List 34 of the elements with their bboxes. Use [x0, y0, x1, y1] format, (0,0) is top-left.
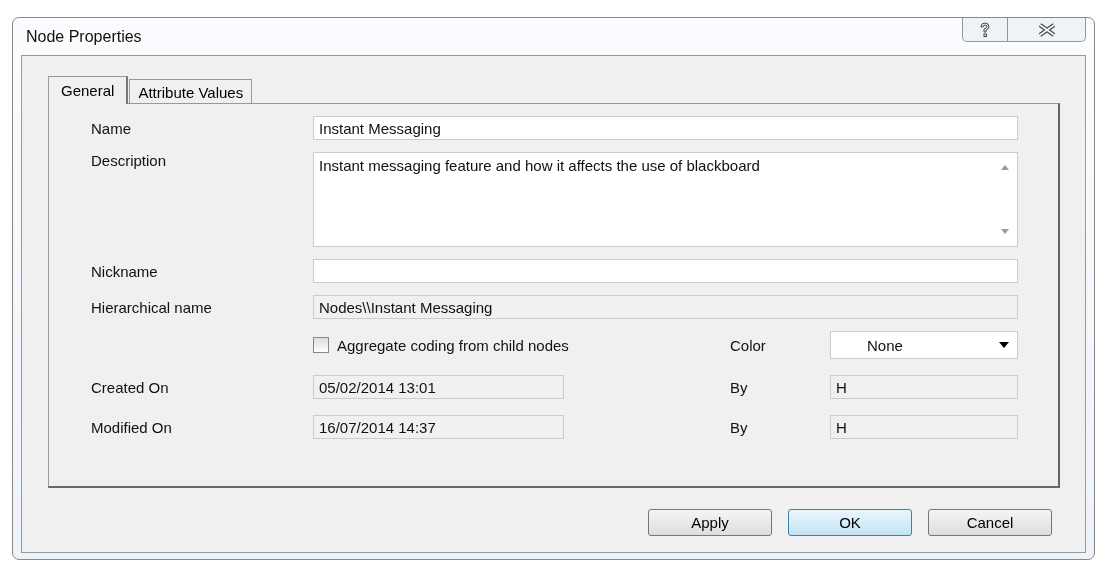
close-icon — [1036, 22, 1057, 37]
close-button[interactable] — [1008, 18, 1086, 42]
caret-icon — [999, 342, 1009, 348]
checkbox[interactable] — [313, 337, 329, 353]
field-label: Hierarchical name — [91, 298, 213, 316]
color-dropdown[interactable]: None — [830, 331, 1018, 359]
description-field[interactable]: Instant messaging feature and how it affects the use of blackboard — [313, 152, 1018, 247]
tab[interactable]: General — [48, 76, 129, 104]
modified-field: 16/07/2014 14:37 — [313, 415, 564, 439]
help-icon — [978, 21, 992, 38]
field-label: Name — [91, 119, 132, 137]
tab[interactable]: Attribute Values — [129, 79, 253, 103]
hierarchical-name-field: Nodes\\Instant Messaging — [313, 295, 1018, 319]
field-label: By — [730, 378, 749, 396]
description-text: Instant messaging feature and how it affects the use of blackboard — [319, 157, 760, 176]
dialog-button[interactable]: Cancel — [928, 509, 1052, 536]
field-label: Nickname — [91, 262, 159, 280]
field-label: Modified On — [91, 418, 173, 436]
field-label: Color — [730, 336, 767, 354]
created-by-field: H — [830, 375, 1018, 399]
checkbox-label: Aggregate coding from child nodes — [337, 336, 569, 354]
dialog-button[interactable]: OK — [788, 509, 912, 536]
created-field: 05/02/2014 13:01 — [313, 375, 564, 399]
field-label: Created On — [91, 378, 170, 396]
modified-by-field: H — [830, 415, 1018, 439]
dialog-button[interactable]: Apply — [648, 509, 772, 536]
window-title: Node Properties — [26, 28, 142, 46]
scroll-up-icon — [1001, 165, 1009, 170]
field-label: Description — [91, 152, 168, 169]
help-button[interactable] — [962, 18, 1008, 42]
nickname-field[interactable] — [313, 259, 1018, 283]
field-label: By — [730, 418, 749, 436]
scroll-down-icon — [1001, 229, 1009, 234]
name-field[interactable]: Instant Messaging — [313, 116, 1018, 140]
